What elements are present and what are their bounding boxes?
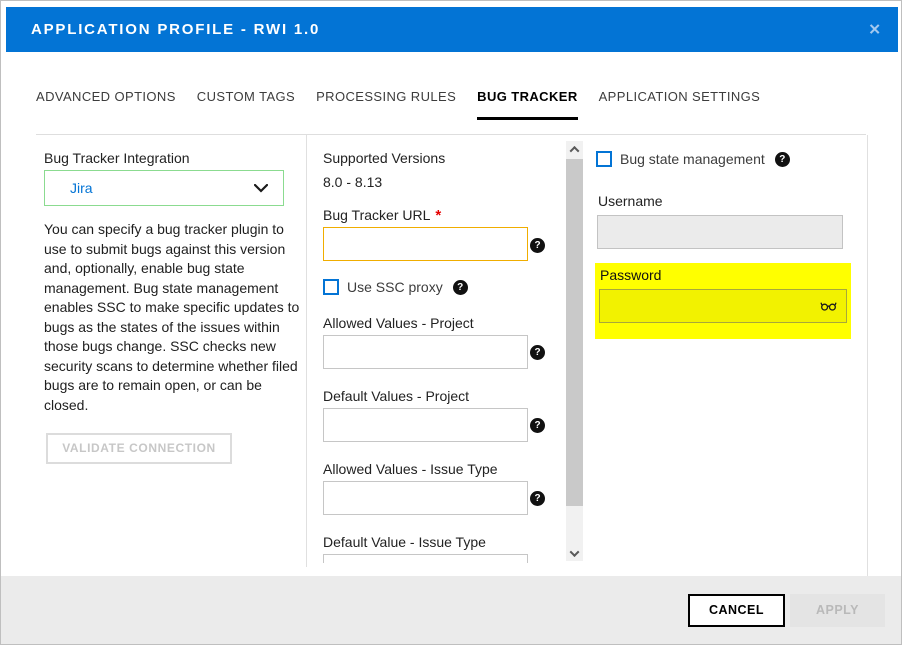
default-value-issue-type-input[interactable] [323,554,528,563]
bug-tracker-integration-label: Bug Tracker Integration [44,150,190,166]
close-icon[interactable]: ✕ [868,22,881,37]
tab-custom-tags[interactable]: CUSTOM TAGS [197,89,295,120]
tab-bar: ADVANCED OPTIONS CUSTOM TAGS PROCESSING … [36,89,760,120]
validate-connection-button[interactable]: VALIDATE CONNECTION [46,433,232,464]
tab-bug-tracker[interactable]: BUG TRACKER [477,89,577,120]
column-divider-right [867,135,868,577]
default-values-project-input[interactable] [323,408,528,442]
required-asterisk: * [435,207,441,224]
apply-button[interactable]: APPLY [790,594,885,627]
scrollbar-thumb[interactable] [566,159,583,506]
use-ssc-proxy-label: Use SSC proxy [347,279,443,295]
scroll-down-icon[interactable] [566,545,583,561]
default-values-project-label: Default Values - Project [323,388,469,404]
username-label: Username [598,193,663,209]
help-icon[interactable]: ? [453,280,468,295]
integration-description: You can specify a bug tracker plugin to … [44,220,304,415]
scroll-up-icon[interactable] [566,141,583,157]
allowed-values-issue-type-input[interactable] [323,481,528,515]
password-highlight-box: Password [595,263,851,339]
reveal-password-icon[interactable] [820,301,837,312]
tab-application-settings[interactable]: APPLICATION SETTINGS [599,89,761,120]
username-input[interactable] [597,215,843,249]
title-bar: APPLICATION PROFILE - RWI 1.0 ✕ [6,7,898,52]
bug-state-management-label: Bug state management [620,151,765,167]
password-label: Password [600,267,661,283]
allowed-values-issue-type-label: Allowed Values - Issue Type [323,461,498,477]
help-icon[interactable]: ? [530,238,545,253]
help-icon[interactable]: ? [530,491,545,506]
dialog-title: APPLICATION PROFILE - RWI 1.0 [31,21,320,38]
chevron-down-icon [254,184,268,193]
bug-state-management-row: Bug state management ? [596,151,790,167]
help-icon[interactable]: ? [530,345,545,360]
bug-state-management-checkbox[interactable] [596,151,612,167]
help-icon[interactable]: ? [775,152,790,167]
bug-tracker-url-input[interactable] [323,227,528,261]
supported-versions-value: 8.0 - 8.13 [323,174,382,190]
allowed-values-project-label: Allowed Values - Project [323,315,474,331]
tab-advanced-options[interactable]: ADVANCED OPTIONS [36,89,176,120]
password-input[interactable] [599,289,847,323]
cancel-button[interactable]: CANCEL [688,594,785,627]
default-value-issue-type-label: Default Value - Issue Type [323,534,486,550]
bug-tracker-integration-select[interactable]: Jira [44,170,284,206]
use-ssc-proxy-row: Use SSC proxy ? [323,279,468,295]
tab-processing-rules[interactable]: PROCESSING RULES [316,89,456,120]
allowed-values-project-input[interactable] [323,335,528,369]
supported-versions-label: Supported Versions [323,150,445,166]
help-icon[interactable]: ? [530,418,545,433]
use-ssc-proxy-checkbox[interactable] [323,279,339,295]
application-profile-dialog: APPLICATION PROFILE - RWI 1.0 ✕ ADVANCED… [0,0,902,645]
bug-tracker-url-label: Bug Tracker URL* [323,207,441,224]
tabs-divider [36,134,866,135]
selected-bug-tracker: Jira [70,180,93,196]
middle-panel-scrollbar[interactable] [566,141,583,561]
column-divider-left [306,135,307,567]
